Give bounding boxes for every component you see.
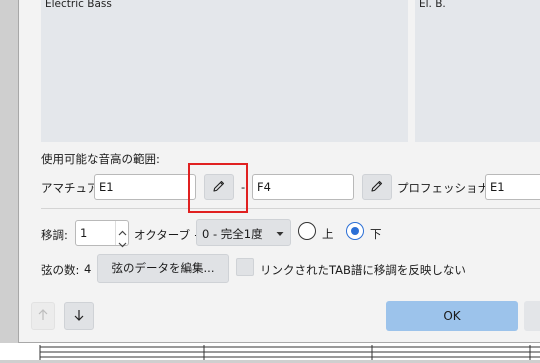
instrument-name-preview-full: Electric Bass <box>41 0 408 142</box>
amateur-low-input[interactable]: E1 <box>94 174 196 200</box>
linked-tab-label: リンクされたTAB譜に移調を反映しない <box>260 263 466 277</box>
amateur-label: アマチュア: <box>41 181 103 195</box>
professional-low-input[interactable]: E1 <box>485 174 540 200</box>
octave-spinbox[interactable]: 1 <box>75 220 129 248</box>
amateur-low-edit-button[interactable] <box>204 174 234 200</box>
octave-spin-buttons <box>115 221 128 248</box>
interval-value: 0 - 完全1度 <box>202 227 263 241</box>
arrow-up-icon <box>37 308 49 325</box>
amateur-high-input[interactable]: F4 <box>252 174 354 200</box>
pencil-icon <box>370 179 384 196</box>
range-separator: - <box>241 180 246 194</box>
string-count-label: 弦の数: <box>41 263 80 277</box>
cancel-button[interactable] <box>524 301 540 331</box>
full-name-text: Electric Bass <box>45 0 112 10</box>
section-divider <box>41 208 540 209</box>
short-name-text: El. B. <box>419 0 446 10</box>
octave-label: オクターブ + <box>134 228 204 242</box>
linked-tab-checkbox[interactable] <box>236 258 254 276</box>
move-up-button[interactable] <box>31 302 55 330</box>
move-down-button[interactable] <box>64 302 94 330</box>
transpose-down-label: 下 <box>370 227 382 241</box>
instrument-dialog: Electric Bass El. B. 使用可能な音高の範囲: アマチュア: … <box>18 0 540 343</box>
edit-strings-label: 弦のデータを編集... <box>111 261 215 275</box>
ok-button[interactable]: OK <box>386 301 518 331</box>
range-heading: 使用可能な音高の範囲: <box>41 152 160 166</box>
transpose-up-radio[interactable] <box>298 222 316 240</box>
interval-dropdown[interactable]: 0 - 完全1度 <box>196 219 291 246</box>
string-count-value: 4 <box>84 262 92 276</box>
arrow-down-icon <box>73 308 85 325</box>
pencil-icon <box>212 179 226 196</box>
transpose-down-radio[interactable] <box>346 222 364 240</box>
transpose-label: 移調: <box>41 228 68 242</box>
amateur-high-edit-button[interactable] <box>362 174 392 200</box>
score-staff-background <box>0 343 540 360</box>
caret-down-icon <box>275 228 285 242</box>
edit-strings-button[interactable]: 弦のデータを編集... <box>97 254 229 283</box>
octave-value: 1 <box>80 226 88 240</box>
transpose-up-label: 上 <box>322 227 334 241</box>
ok-label: OK <box>443 309 461 323</box>
instrument-name-preview-short: El. B. <box>415 0 540 142</box>
